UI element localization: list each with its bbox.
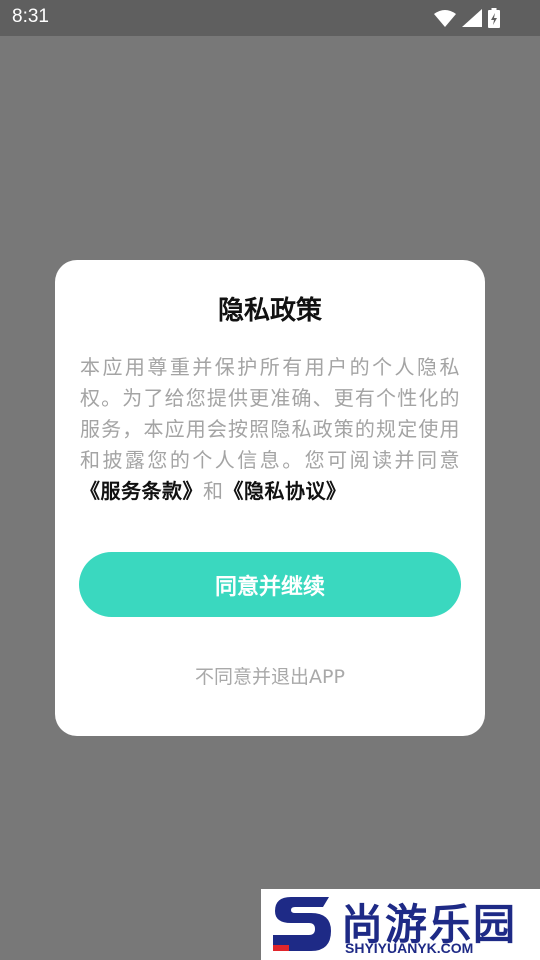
dialog-body: 本应用尊重并保护所有用户的个人隐私权。为了给您提供更准确、更有个性化的服务，本应…: [80, 352, 460, 507]
agree-button[interactable]: 同意并继续: [79, 552, 461, 617]
battery-charging-icon: [488, 8, 500, 28]
watermark-logo-icon: [269, 893, 335, 959]
disagree-exit-button[interactable]: 不同意并退出APP: [55, 662, 485, 689]
watermark: 尚游乐园 SHYIYUANYK.COM: [261, 889, 540, 960]
signal-icon: [462, 9, 482, 27]
body-text: 本应用尊重并保护所有用户的个人隐私权。为了给您提供更准确、更有个性化的服务，本应…: [80, 355, 460, 472]
conjunction-text: 和: [203, 479, 224, 503]
status-time: 8:31: [12, 6, 49, 27]
dialog-title: 隐私政策: [217, 296, 322, 326]
terms-link[interactable]: 《服务条款》: [80, 479, 203, 503]
watermark-url: SHYIYUANYK.COM: [345, 940, 474, 956]
status-bar: 8:31: [0, 0, 540, 36]
status-icons: [434, 8, 500, 28]
privacy-dialog: 隐私政策 本应用尊重并保护所有用户的个人隐私权。为了给您提供更准确、更有个性化的…: [55, 260, 485, 736]
privacy-link[interactable]: 《隐私协议》: [224, 479, 347, 503]
wifi-icon: [434, 9, 456, 27]
